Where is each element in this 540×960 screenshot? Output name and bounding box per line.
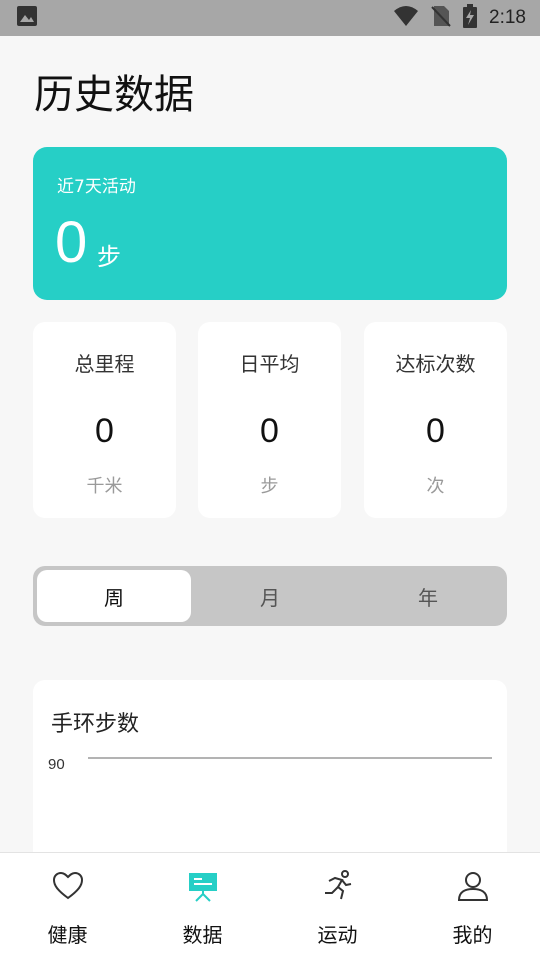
weekly-activity-card: 近7天活动 0 步 xyxy=(33,147,507,300)
stat-value: 0 xyxy=(426,412,445,450)
stat-total-distance: 总里程 0 千米 xyxy=(33,322,176,518)
image-icon xyxy=(16,5,38,31)
stats-row: 总里程 0 千米 日平均 0 步 达标次数 0 次 xyxy=(33,322,507,518)
tab-month[interactable]: 月 xyxy=(191,566,349,626)
running-icon xyxy=(324,870,351,900)
nav-label: 运动 xyxy=(317,923,358,947)
nav-label: 我的 xyxy=(452,923,493,947)
stat-unit: 次 xyxy=(426,476,445,497)
stat-value: 0 xyxy=(260,412,279,450)
battery-charging-icon xyxy=(463,4,478,32)
weekly-steps-value: 0 xyxy=(55,210,88,275)
stat-label: 日平均 xyxy=(239,352,300,376)
stat-unit: 千米 xyxy=(86,476,123,497)
stat-value: 0 xyxy=(95,412,114,450)
no-sim-icon xyxy=(431,5,451,31)
page-title: 历史数据 xyxy=(34,72,194,118)
stat-daily-average: 日平均 0 步 xyxy=(198,322,341,518)
weekly-steps-unit: 步 xyxy=(97,243,121,271)
chart-board-icon xyxy=(188,873,217,902)
heart-icon xyxy=(52,871,83,900)
y-tick-label: 90 xyxy=(48,756,65,773)
nav-item-health[interactable]: 健康 xyxy=(0,853,135,960)
tab-week[interactable]: 周 xyxy=(37,570,191,622)
status-bar: 2:18 xyxy=(0,0,540,36)
nav-item-exercise[interactable]: 运动 xyxy=(270,853,405,960)
stat-goal-count: 达标次数 0 次 xyxy=(364,322,507,518)
stat-label: 达标次数 xyxy=(395,352,476,376)
steps-chart: 90 xyxy=(48,756,492,773)
person-icon xyxy=(457,872,488,901)
stat-label: 总里程 xyxy=(74,352,135,376)
nav-item-data[interactable]: 数据 xyxy=(135,853,270,960)
wifi-icon xyxy=(393,5,419,31)
stat-unit: 步 xyxy=(260,476,279,497)
nav-label: 数据 xyxy=(182,923,223,947)
bottom-nav: 健康 数据 运动 我的 xyxy=(0,852,540,960)
nav-label: 健康 xyxy=(47,923,88,947)
tab-year[interactable]: 年 xyxy=(349,566,507,626)
steps-chart-card: 手环步数 90 xyxy=(33,680,507,880)
period-segmented-control: 周 月 年 xyxy=(33,566,507,626)
nav-item-me[interactable]: 我的 xyxy=(405,853,540,960)
weekly-activity-label: 近7天活动 xyxy=(57,177,136,197)
status-time: 2:18 xyxy=(489,7,526,28)
